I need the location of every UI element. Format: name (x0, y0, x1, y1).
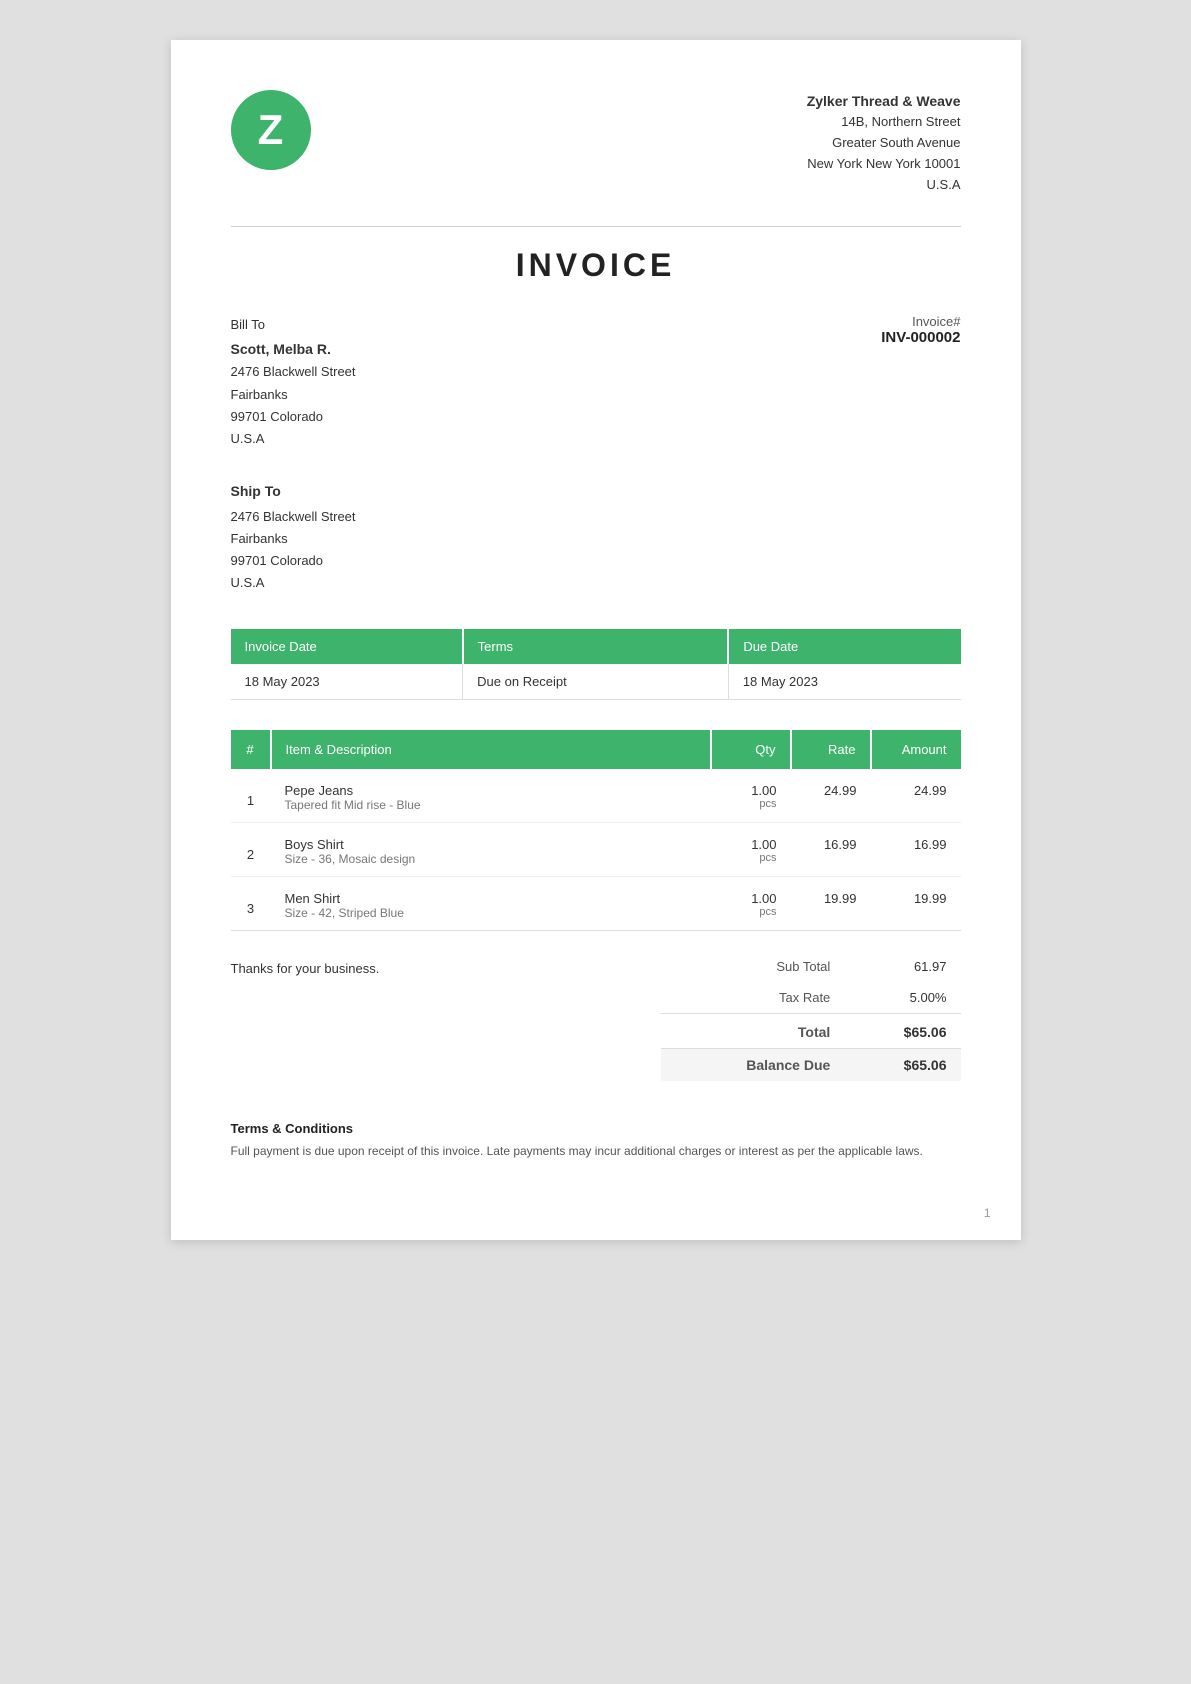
bill-invoice-row: Bill To Scott, Melba R. 2476 Blackwell S… (231, 314, 961, 450)
due-date-value: 18 May 2023 (728, 664, 960, 700)
total-row: Total $65.06 (661, 1014, 961, 1049)
bill-address-line1: 2476 Blackwell Street (231, 361, 356, 383)
col-header-qty: Qty (711, 730, 791, 769)
due-date-header: Due Date (728, 629, 960, 664)
subtotal-label: Sub Total (661, 951, 845, 982)
balance-due-value: $65.06 (844, 1049, 960, 1082)
header: Z Zylker Thread & Weave 14B, Northern St… (231, 90, 961, 196)
item-qty: 1.00pcs (711, 823, 791, 877)
table-row: 1 Pepe Jeans Tapered fit Mid rise - Blue… (231, 769, 961, 823)
terms-section: Terms & Conditions Full payment is due u… (231, 1121, 961, 1161)
header-divider (231, 226, 961, 227)
ship-address-line3: 99701 Colorado (231, 550, 961, 572)
subtotal-value: 61.97 (844, 951, 960, 982)
bill-address-line3: 99701 Colorado (231, 406, 356, 428)
invoice-page: Z Zylker Thread & Weave 14B, Northern St… (171, 40, 1021, 1240)
item-rate: 16.99 (791, 823, 871, 877)
ship-to-label: Ship To (231, 480, 961, 504)
item-name-text: Men Shirt (285, 891, 697, 906)
tax-rate-row: Tax Rate 5.00% (661, 982, 961, 1014)
col-header-amount: Amount (871, 730, 961, 769)
table-row: 2 Boys Shirt Size - 36, Mosaic design 1.… (231, 823, 961, 877)
col-header-desc: Item & Description (271, 730, 711, 769)
bill-address-line2: Fairbanks (231, 384, 356, 406)
tax-rate-value: 5.00% (844, 982, 960, 1014)
totals-table: Sub Total 61.97 Tax Rate 5.00% Total $65… (661, 951, 961, 1081)
table-row: 3 Men Shirt Size - 42, Striped Blue 1.00… (231, 877, 961, 931)
item-qty-unit: pcs (725, 852, 777, 864)
company-info: Zylker Thread & Weave 14B, Northern Stre… (807, 90, 961, 196)
item-qty-unit: pcs (725, 798, 777, 810)
totals-section: Sub Total 61.97 Tax Rate 5.00% Total $65… (661, 951, 961, 1081)
balance-due-label: Balance Due (661, 1049, 845, 1082)
logo-letter: Z (258, 106, 284, 154)
terms-value: Due on Receipt (463, 664, 729, 700)
bill-address-line4: U.S.A (231, 428, 356, 450)
item-name: Pepe Jeans Tapered fit Mid rise - Blue (271, 769, 711, 823)
bill-to-section: Bill To Scott, Melba R. 2476 Blackwell S… (231, 314, 356, 450)
invoice-number-section: Invoice# INV-000002 (881, 314, 960, 450)
col-header-hash: # (231, 730, 271, 769)
item-qty: 1.00pcs (711, 877, 791, 931)
invoice-number-value: INV-000002 (881, 329, 960, 346)
subtotal-row: Sub Total 61.97 (661, 951, 961, 982)
item-qty-unit: pcs (725, 906, 777, 918)
col-header-rate: Rate (791, 730, 871, 769)
invoice-date-header: Invoice Date (231, 629, 463, 664)
terms-text: Full payment is due upon receipt of this… (231, 1142, 961, 1161)
company-address-line4: U.S.A (807, 175, 961, 196)
balance-due-row: Balance Due $65.06 (661, 1049, 961, 1082)
terms-header: Terms (463, 629, 729, 664)
invoice-number-label: Invoice# (881, 314, 960, 329)
ship-address-line2: Fairbanks (231, 528, 961, 550)
item-rate: 24.99 (791, 769, 871, 823)
ship-address-line4: U.S.A (231, 572, 961, 594)
terms-title: Terms & Conditions (231, 1121, 961, 1136)
company-address-line3: New York New York 10001 (807, 154, 961, 175)
item-amount: 16.99 (871, 823, 961, 877)
item-qty: 1.00pcs (711, 769, 791, 823)
company-name: Zylker Thread & Weave (807, 90, 961, 112)
item-name-text: Boys Shirt (285, 837, 697, 852)
ship-address-line1: 2476 Blackwell Street (231, 506, 961, 528)
item-desc-text: Size - 42, Striped Blue (285, 906, 697, 926)
bill-to-label: Bill To (231, 314, 356, 336)
tax-rate-label: Tax Rate (661, 982, 845, 1014)
item-name: Men Shirt Size - 42, Striped Blue (271, 877, 711, 931)
customer-name: Scott, Melba R. (231, 338, 356, 362)
total-value: $65.06 (844, 1014, 960, 1049)
company-logo: Z (231, 90, 311, 170)
bottom-section: Thanks for your business. Sub Total 61.9… (231, 951, 961, 1081)
total-label: Total (661, 1014, 845, 1049)
thanks-message: Thanks for your business. (231, 951, 661, 976)
company-address-line2: Greater South Avenue (807, 133, 961, 154)
item-desc-text: Tapered fit Mid rise - Blue (285, 798, 697, 818)
item-rate: 19.99 (791, 877, 871, 931)
item-desc-text: Size - 36, Mosaic design (285, 852, 697, 872)
item-num: 2 (231, 823, 271, 877)
invoice-title: INVOICE (231, 247, 961, 284)
ship-to-section: Ship To 2476 Blackwell Street Fairbanks … (231, 480, 961, 594)
item-num: 1 (231, 769, 271, 823)
invoice-date-value: 18 May 2023 (231, 664, 463, 700)
item-name-text: Pepe Jeans (285, 783, 697, 798)
item-num: 3 (231, 877, 271, 931)
item-amount: 24.99 (871, 769, 961, 823)
date-terms-table: Invoice Date Terms Due Date 18 May 2023 … (231, 629, 961, 700)
item-name: Boys Shirt Size - 36, Mosaic design (271, 823, 711, 877)
items-table: # Item & Description Qty Rate Amount 1 P… (231, 730, 961, 931)
page-number: 1 (984, 1206, 991, 1220)
item-amount: 19.99 (871, 877, 961, 931)
company-address-line1: 14B, Northern Street (807, 112, 961, 133)
